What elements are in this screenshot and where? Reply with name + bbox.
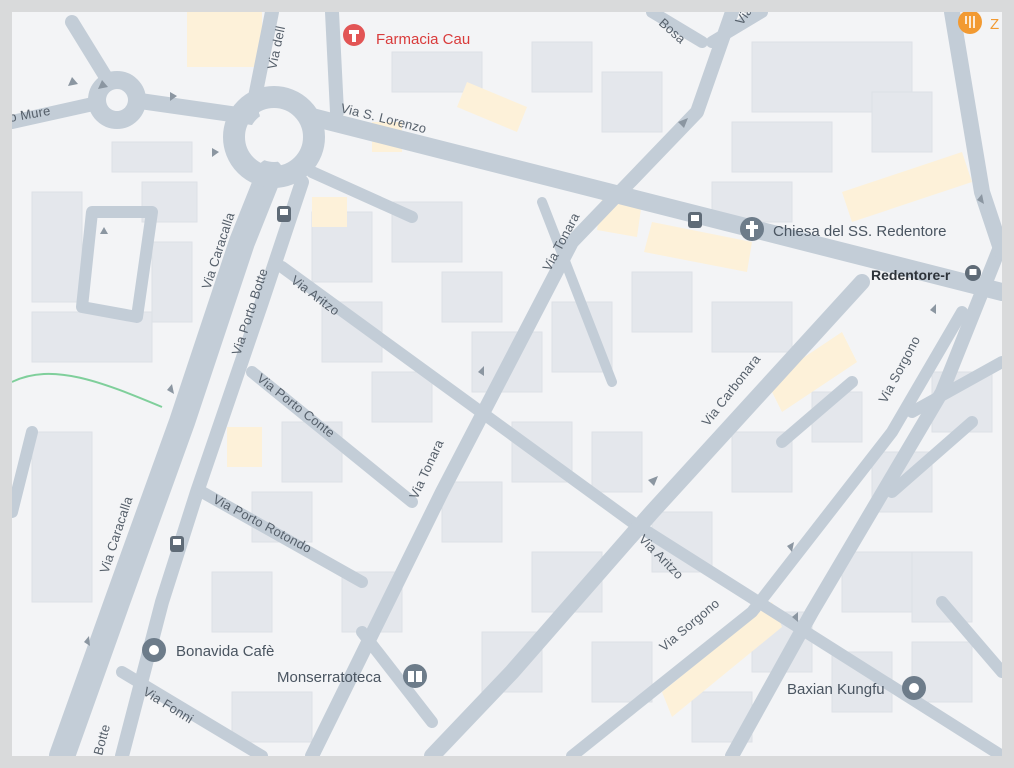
poi-label-baxian-kungfu[interactable]: Baxian Kungfu: [787, 681, 885, 698]
street-label-via-bosa: Bosa: [656, 15, 689, 47]
poi-bonavida-cafe[interactable]: Bonavida Cafè: [142, 638, 274, 662]
poi-restaurant-z[interactable]: Z: [958, 12, 999, 34]
poi-label-bonavida-cafe[interactable]: Bonavida Cafè: [176, 643, 274, 660]
map-frame: Via S. Lorenzo Via Tonara Via Tonara Via…: [12, 12, 1002, 756]
place-label-redentore[interactable]: Redentore-r: [871, 267, 951, 283]
bus-stop-icon[interactable]: [688, 212, 702, 228]
street-label-botte: Botte: [90, 723, 113, 756]
bus-stop-icon[interactable]: [277, 206, 291, 222]
map-canvas[interactable]: Via S. Lorenzo Via Tonara Via Tonara Via…: [12, 12, 1002, 756]
transit-icon[interactable]: [965, 265, 981, 281]
poi-label-monserratoteca[interactable]: Monserratoteca: [277, 669, 382, 686]
poi-farmacia-cau[interactable]: Farmacia Cau: [343, 24, 470, 48]
library-icon[interactable]: [403, 664, 427, 688]
poi-label-chiesa-redentore[interactable]: Chiesa del SS. Redentore: [773, 223, 946, 240]
poi-label-farmacia-cau[interactable]: Farmacia Cau: [376, 31, 470, 48]
bus-stop-icon[interactable]: [170, 536, 184, 552]
poi-label-restaurant-z[interactable]: Z: [990, 16, 999, 33]
